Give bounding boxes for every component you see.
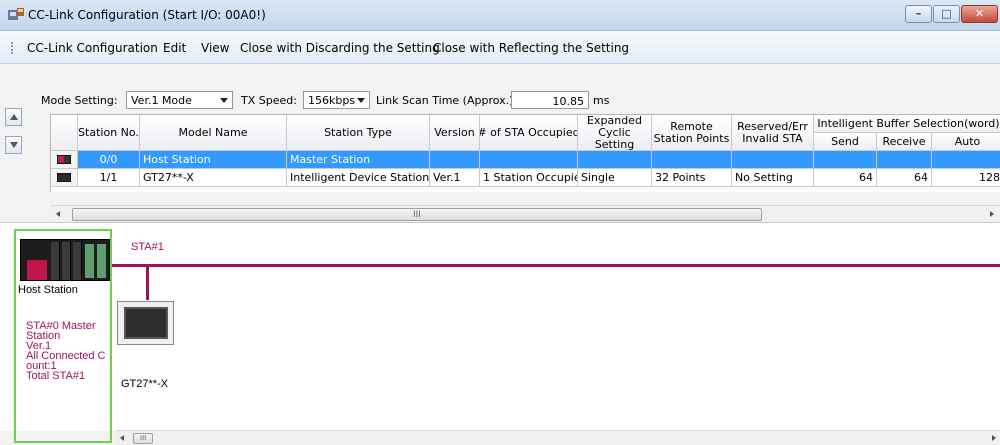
- table-cell[interactable]: Host Station: [140, 151, 287, 169]
- scrollbar-thumb[interactable]: III: [72, 208, 762, 221]
- table-cell[interactable]: 1/1: [78, 169, 140, 187]
- got-device-icon: [57, 173, 71, 182]
- host-info-line: Total STA#1: [26, 370, 86, 382]
- host-station-label: Host Station: [18, 284, 78, 296]
- network-diagram: Host Station STA#0 Master Station Ver.1 …: [0, 222, 1000, 443]
- close-icon: ✕: [974, 7, 985, 20]
- maximize-button[interactable]: □: [933, 5, 960, 23]
- scrollbar-thumb[interactable]: III: [133, 433, 153, 444]
- plc-module-icon: [57, 155, 71, 164]
- menu-close-reflecting[interactable]: Close with Reflecting the Setting: [433, 41, 629, 55]
- header-remote-points[interactable]: Remote Station Points: [652, 115, 732, 151]
- maximize-icon: □: [941, 7, 952, 20]
- link-scan-time-value: 10.85: [552, 95, 585, 108]
- menu-view[interactable]: View: [201, 41, 229, 55]
- table-cell[interactable]: 64: [814, 169, 877, 187]
- minimize-button[interactable]: –: [905, 5, 932, 23]
- header-version[interactable]: Version: [430, 115, 480, 151]
- link-scan-time-unit: ms: [593, 94, 610, 107]
- mode-setting-select[interactable]: Ver.1 Mode: [126, 91, 233, 109]
- table-cell[interactable]: 0/0: [78, 151, 140, 169]
- table-cell[interactable]: [814, 151, 877, 169]
- gt27-device-label: GT27**-X: [121, 378, 169, 390]
- table-horizontal-scrollbar[interactable]: III: [50, 205, 1000, 222]
- table-cell[interactable]: Intelligent Device Station: [287, 169, 430, 187]
- table-cell[interactable]: 64: [877, 169, 932, 187]
- table-corner: [51, 115, 78, 151]
- table-cell[interactable]: 1 Station Occupied: [480, 169, 578, 187]
- network-bus-line: [112, 264, 1000, 267]
- menu-close-discarding[interactable]: Close with Discarding the Setting: [240, 41, 440, 55]
- gt27-device-node[interactable]: [117, 301, 174, 345]
- table-cell[interactable]: [430, 151, 480, 169]
- header-sta-occupied[interactable]: # of STA Occupied: [480, 115, 578, 151]
- header-receive[interactable]: Receive: [877, 133, 932, 151]
- diagram-horizontal-scrollbar[interactable]: III: [116, 430, 1000, 445]
- scroll-left-icon[interactable]: [56, 211, 60, 217]
- header-send[interactable]: Send: [814, 133, 877, 151]
- settings-row: Mode Setting: Ver.1 Mode TX Speed: 156kb…: [0, 90, 1000, 112]
- header-buffer-selection: Intelligent Buffer Selection(word): [814, 115, 1000, 133]
- hmi-screen-icon: [124, 307, 168, 339]
- table-cell[interactable]: [578, 151, 652, 169]
- table-cell[interactable]: 32 Points: [652, 169, 732, 187]
- chevron-down-icon: [357, 98, 365, 103]
- table-cell[interactable]: Ver.1: [430, 169, 480, 187]
- tx-speed-value: 156kbps: [308, 94, 356, 107]
- header-expanded-cyclic[interactable]: Expanded Cyclic Setting: [578, 115, 652, 151]
- table-cell[interactable]: 128: [932, 169, 1000, 187]
- mode-setting-label: Mode Setting:: [41, 94, 118, 107]
- scroll-right-icon[interactable]: [990, 211, 994, 217]
- minimize-icon: –: [915, 7, 922, 20]
- menu-grip-icon: [11, 42, 13, 54]
- scroll-right-icon[interactable]: [992, 435, 996, 441]
- menu-edit[interactable]: Edit: [163, 41, 186, 55]
- configuration-panel: Mode Setting: Ver.1 Mode TX Speed: 156kb…: [0, 64, 1000, 445]
- table-cell[interactable]: GT27**-X: [140, 169, 287, 187]
- header-station-type[interactable]: Station Type: [287, 115, 430, 151]
- table-cell[interactable]: [732, 151, 814, 169]
- close-button[interactable]: ✕: [961, 5, 998, 23]
- link-scan-time-field: 10.85: [511, 91, 589, 109]
- app-icon: [8, 8, 24, 20]
- table-cell[interactable]: Master Station: [287, 151, 430, 169]
- move-down-button[interactable]: [5, 136, 22, 154]
- window-title: CC-Link Configuration (Start I/O: 00A0!): [28, 8, 266, 22]
- row-header[interactable]: [51, 151, 78, 169]
- chevron-down-icon: [220, 98, 228, 103]
- header-model-name[interactable]: Model Name: [140, 115, 287, 151]
- table-cell[interactable]: [877, 151, 932, 169]
- row-header[interactable]: [51, 169, 78, 187]
- scroll-left-icon[interactable]: [120, 435, 124, 441]
- station-table: Station No. Model Name Station Type Vers…: [50, 114, 1000, 192]
- mode-setting-value: Ver.1 Mode: [131, 94, 192, 107]
- arrow-down-icon: [10, 142, 18, 148]
- station-drop-line: [146, 267, 149, 300]
- scroll-grip: III: [140, 434, 147, 442]
- table-cell[interactable]: [480, 151, 578, 169]
- scroll-grip: III: [413, 210, 421, 220]
- host-station-node[interactable]: Host Station STA#0 Master Station Ver.1 …: [14, 229, 112, 443]
- table-cell[interactable]: Single: [578, 169, 652, 187]
- link-scan-time-label: Link Scan Time (Approx.):: [376, 94, 518, 107]
- plc-icon: [20, 239, 110, 281]
- menu-bar: CC-Link Configuration Edit View Close wi…: [0, 31, 1000, 64]
- menu-cc-link-configuration[interactable]: CC-Link Configuration: [27, 41, 158, 55]
- header-reserved-err[interactable]: Reserved/Err Invalid STA: [732, 115, 814, 151]
- title-bar: CC-Link Configuration (Start I/O: 00A0!)…: [0, 0, 1000, 31]
- bus-station-label: STA#1: [131, 241, 164, 253]
- header-station-no[interactable]: Station No.: [78, 115, 140, 151]
- header-auto[interactable]: Auto: [932, 133, 1000, 151]
- arrow-up-icon: [10, 114, 18, 120]
- tx-speed-select[interactable]: 156kbps: [303, 91, 370, 109]
- table-cell[interactable]: [652, 151, 732, 169]
- table-cell[interactable]: No Setting: [732, 169, 814, 187]
- table-cell[interactable]: [932, 151, 1000, 169]
- tx-speed-label: TX Speed:: [241, 94, 297, 107]
- host-station-info: STA#0 Master Station Ver.1 All Connected…: [26, 321, 112, 382]
- move-up-button[interactable]: [5, 108, 22, 126]
